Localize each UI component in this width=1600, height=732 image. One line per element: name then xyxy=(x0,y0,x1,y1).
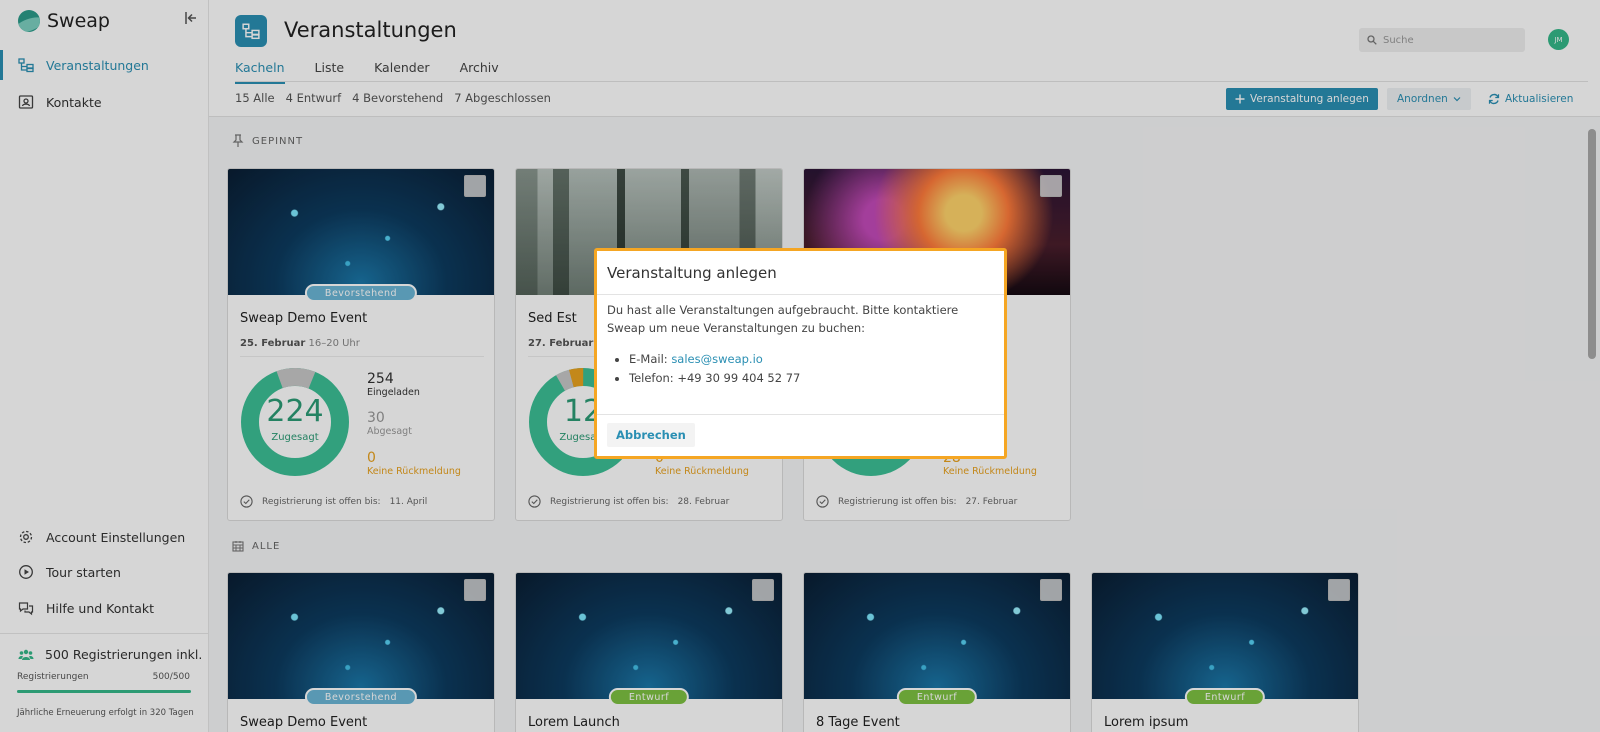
email-link[interactable]: sales@sweap.io xyxy=(671,352,763,366)
dialog-divider xyxy=(597,294,1004,295)
cancel-button[interactable]: Abbrechen xyxy=(607,423,695,447)
contact-email: E-Mail: sales@sweap.io xyxy=(629,350,800,369)
contact-phone: Telefon: +49 30 99 404 52 77 xyxy=(629,369,800,388)
email-label: E-Mail: xyxy=(629,352,668,366)
dialog-message: Du hast alle Veranstaltungen aufgebrauch… xyxy=(607,303,959,335)
dialog-footer-divider xyxy=(597,414,1004,415)
phone-number: +49 30 99 404 52 77 xyxy=(677,371,801,385)
contact-list: E-Mail: sales@sweap.io Telefon: +49 30 9… xyxy=(629,350,800,388)
create-event-dialog: Veranstaltung anlegen Du hast alle Veran… xyxy=(594,248,1007,459)
dialog-title: Veranstaltung anlegen xyxy=(607,264,777,282)
phone-label: Telefon: xyxy=(629,371,674,385)
